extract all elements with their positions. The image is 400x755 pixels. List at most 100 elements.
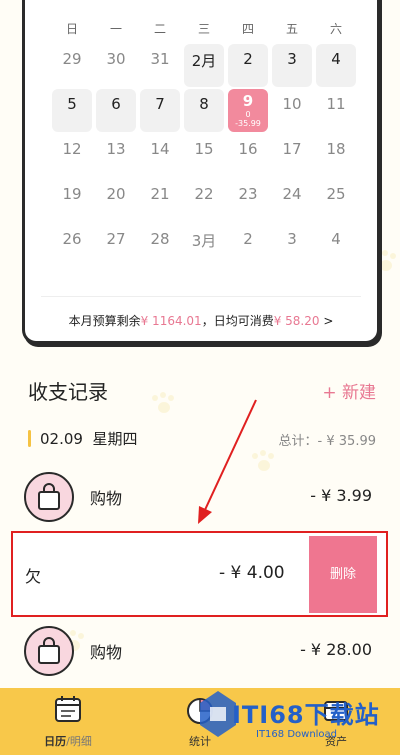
calendar-day[interactable]: 13 [94,134,138,179]
calendar-day[interactable]: 22 [182,179,226,224]
nav-calendar[interactable]: 日历/明细 [28,688,108,755]
calendar-day[interactable]: 17 [270,134,314,179]
calendar-day[interactable]: 7 [138,89,182,134]
day-number: 16 [238,140,258,158]
calendar-day[interactable]: 2 [226,44,270,89]
day-number: 13 [106,140,126,158]
calendar-grid: 29 30 31 2月 2 3 4 5 6 7 8 9 0 -35.99 10 11 12 13 14 15 16 17 1… [50,44,358,269]
day-number: 25 [326,185,346,203]
calendar-day[interactable]: 2月 [182,44,226,89]
day-number: 17 [282,140,302,158]
day-number: 23 [238,185,258,203]
weekday-label: 五 [285,22,298,36]
calendar-day[interactable]: 4 [314,224,358,269]
day-number: 2 [243,230,253,248]
nav-detail-text: /明细 [66,735,92,748]
nav-calendar-text: 日历 [44,735,67,748]
calendar-day[interactable]: 30 [94,44,138,89]
day-expense: -35.99 [235,119,261,128]
day-number: 30 [106,50,126,68]
budget-summary[interactable]: 本月预算剩余¥ 1164.01，日均可消费¥ 58.20 > [25,312,377,329]
record-name: 购物 [90,489,123,508]
record-amount: - ¥ 4.00 [219,563,285,583]
record-name: 购物 [90,643,123,662]
day-number: 7 [155,95,165,113]
record-item[interactable]: 购物 - ¥ 3.99 [24,472,376,530]
shopping-bag-icon [24,472,74,522]
record-name: 欠 [25,567,42,586]
record-amount: - ¥ 28.00 [300,640,372,659]
day-total: 总计：- ¥ 35.99 [278,434,376,449]
calendar-day[interactable]: 21 [138,179,182,224]
calendar-day[interactable]: 23 [226,179,270,224]
delete-button[interactable]: 删除 [309,536,377,613]
calendar-icon [55,696,81,722]
day-number: 2月 [191,52,217,70]
day-number: 14 [150,140,170,158]
day-number: 3 [287,50,297,68]
calendar-day[interactable]: 16 [226,134,270,179]
calendar-day[interactable]: 15 [182,134,226,179]
calendar-day[interactable]: 29 [50,44,94,89]
day-number: 22 [194,185,214,203]
weekday-header: 日一二三四五六 [50,20,358,37]
day-number: 2 [243,50,253,68]
calendar-day[interactable]: 19 [50,179,94,224]
watermark: ITI68下载站 IT168 Download [196,685,396,749]
budget-remaining: ¥ 1164.01 [140,314,202,328]
calendar-day[interactable]: 3 [270,224,314,269]
day-number: 9 [242,92,254,110]
day-number: 18 [326,140,346,158]
calendar-day[interactable]: 11 [314,89,358,134]
calendar-day[interactable]: 3 [270,44,314,89]
day-number: 19 [62,185,82,203]
record-item[interactable]: 购物 - ¥ 28.00 [24,626,376,684]
day-income: 0 [245,110,251,119]
records-title: 收支记录 [28,380,108,404]
weekday-label: 日 [65,22,78,36]
calendar-day[interactable]: 18 [314,134,358,179]
calendar-day[interactable]: 26 [50,224,94,269]
calendar-day[interactable]: 3月 [182,224,226,269]
day-number: 10 [282,95,302,113]
day-number: 3月 [191,232,217,250]
day-number: 3 [287,230,297,248]
day-number: 12 [62,140,82,158]
calendar-day[interactable]: 12 [50,134,94,179]
watermark-subtext: IT168 Download [256,729,338,740]
watermark-text: ITI68下载站 [232,701,380,729]
calendar-day[interactable]: 8 [182,89,226,134]
calendar-day[interactable]: 27 [94,224,138,269]
weekday-label: 四 [241,22,254,36]
date-value: 02.09 [40,430,83,448]
day-number: 5 [67,95,77,113]
calendar-day[interactable]: 25 [314,179,358,224]
day-number: 31 [150,50,170,68]
calendar-day[interactable]: 6 [94,89,138,134]
day-number: 4 [331,50,341,68]
swiped-record-item[interactable]: 欠 - ¥ 4.00 删除 [11,531,388,617]
calendar-card: 日一二三四五六 29 30 31 2月 2 3 4 5 6 7 8 9 0 -35.99 10 11 12 13 1… [22,0,380,344]
calendar-day[interactable]: 20 [94,179,138,224]
calendar-day[interactable]: 24 [270,179,314,224]
day-number: 15 [194,140,214,158]
record-date: 02.09 星期四 [40,428,138,449]
calendar-day-today[interactable]: 9 0 -35.99 [226,89,270,134]
new-record-button[interactable]: + 新建 [322,378,376,403]
calendar-day[interactable]: 4 [314,44,358,89]
chevron-right-icon: > [323,314,334,328]
calendar-day[interactable]: 10 [270,89,314,134]
day-number: 28 [150,230,170,248]
calendar-day[interactable]: 14 [138,134,182,179]
day-number: 11 [326,95,346,113]
divider [41,296,361,297]
calendar-day[interactable]: 28 [138,224,182,269]
daily-prefix: ，日均可消费 [201,314,274,328]
weekday-label: 二 [153,22,166,36]
daily-budget: ¥ 58.20 [273,314,320,328]
calendar-day[interactable]: 5 [50,89,94,134]
day-number: 26 [62,230,82,248]
calendar-day[interactable]: 31 [138,44,182,89]
day-number: 6 [111,95,121,113]
calendar-day[interactable]: 2 [226,224,270,269]
